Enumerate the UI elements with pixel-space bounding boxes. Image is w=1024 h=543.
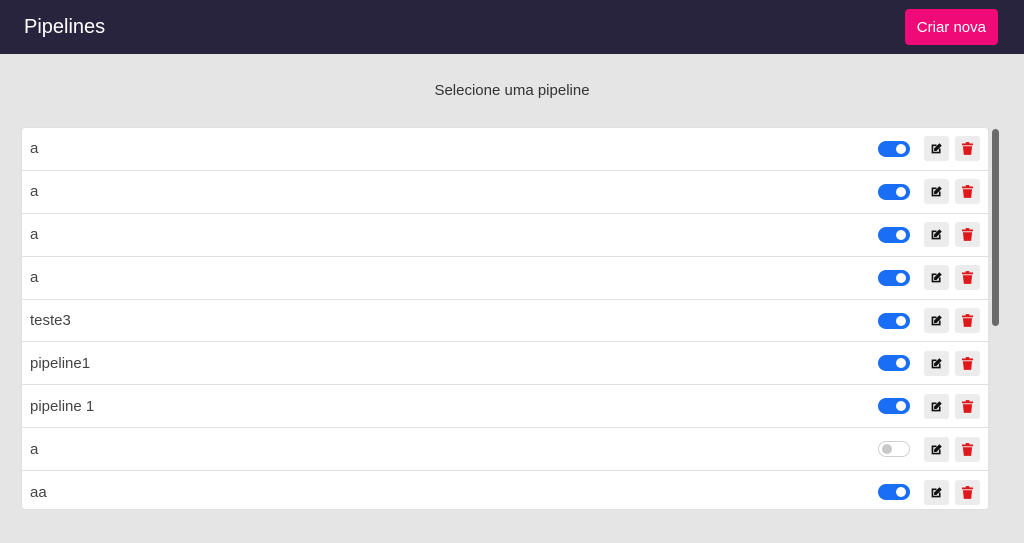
pipeline-name: teste3 xyxy=(30,312,71,329)
delete-button[interactable] xyxy=(955,265,980,291)
toggle-knob xyxy=(896,229,906,240)
row-actions xyxy=(878,265,980,291)
pipeline-row[interactable]: a xyxy=(22,428,988,472)
delete-button[interactable] xyxy=(955,350,980,376)
top-bar: Pipelines Criar nova xyxy=(0,0,1024,54)
trash-icon xyxy=(962,356,973,370)
pipeline-name: a xyxy=(30,226,39,244)
edit-button[interactable] xyxy=(924,265,949,291)
trash-icon xyxy=(962,399,973,413)
row-actions xyxy=(878,350,980,376)
delete-button[interactable] xyxy=(955,308,980,333)
active-toggle[interactable] xyxy=(878,355,910,372)
scrollbar-thumb[interactable] xyxy=(992,129,999,326)
delete-button[interactable] xyxy=(955,179,980,205)
edit-button[interactable] xyxy=(924,350,949,376)
delete-button[interactable] xyxy=(955,222,980,248)
edit-button[interactable] xyxy=(924,479,949,505)
active-toggle[interactable] xyxy=(878,398,910,415)
trash-icon xyxy=(962,314,973,327)
toggle-knob xyxy=(896,358,906,369)
scrollbar[interactable] xyxy=(992,127,1000,510)
toggle-knob xyxy=(896,143,906,154)
delete-button[interactable] xyxy=(955,479,980,505)
toggle-knob xyxy=(896,487,906,498)
row-actions xyxy=(878,436,980,462)
pipeline-name: a xyxy=(30,140,39,158)
create-new-button[interactable]: Criar nova xyxy=(904,9,998,45)
delete-button[interactable] xyxy=(955,393,980,419)
pipeline-row[interactable]: pipeline1 xyxy=(22,342,988,386)
pipeline-row[interactable]: a xyxy=(22,257,988,300)
active-toggle[interactable] xyxy=(878,312,910,329)
pipeline-list: a a a a teste3 pipeline1 pipeline 1 a aa xyxy=(21,127,989,510)
toggle-knob xyxy=(882,444,892,455)
edit-button[interactable] xyxy=(924,308,949,333)
pipeline-name: pipeline1 xyxy=(30,354,91,372)
pipeline-name: pipeline 1 xyxy=(30,397,95,415)
pipeline-row[interactable]: a xyxy=(22,214,988,257)
edit-icon xyxy=(930,357,943,370)
toggle-knob xyxy=(896,272,906,283)
active-toggle[interactable] xyxy=(878,226,910,243)
trash-icon xyxy=(962,142,973,156)
row-actions xyxy=(878,308,980,333)
edit-button[interactable] xyxy=(924,393,949,419)
pipeline-name: aa xyxy=(30,483,47,501)
pipeline-row[interactable]: pipeline 1 xyxy=(22,385,988,429)
edit-icon xyxy=(930,486,943,499)
delete-button[interactable] xyxy=(955,136,980,162)
active-toggle[interactable] xyxy=(878,484,910,501)
toggle-knob xyxy=(896,401,906,412)
row-actions xyxy=(878,393,980,419)
delete-button[interactable] xyxy=(955,436,980,462)
active-toggle[interactable] xyxy=(878,441,910,458)
pipeline-name: a xyxy=(30,440,39,458)
pipeline-row[interactable]: a xyxy=(22,171,988,214)
active-toggle[interactable] xyxy=(878,269,910,286)
edit-button[interactable] xyxy=(924,179,949,205)
active-toggle[interactable] xyxy=(878,140,910,157)
trash-icon xyxy=(962,442,973,456)
toggle-knob xyxy=(896,186,906,197)
page-title: Pipelines xyxy=(24,15,106,38)
trash-icon xyxy=(962,485,973,499)
edit-icon xyxy=(930,142,943,155)
pipeline-row[interactable]: teste3 xyxy=(22,300,988,343)
edit-button[interactable] xyxy=(924,436,949,462)
active-toggle[interactable] xyxy=(878,183,910,200)
edit-icon xyxy=(930,443,943,456)
row-actions xyxy=(878,479,980,505)
row-actions xyxy=(878,179,980,205)
edit-icon xyxy=(930,271,943,284)
edit-icon xyxy=(930,314,943,327)
edit-icon xyxy=(930,400,943,413)
pipeline-row[interactable]: a xyxy=(22,128,988,171)
edit-icon xyxy=(930,185,943,198)
row-actions xyxy=(878,222,980,248)
trash-icon xyxy=(962,228,973,242)
trash-icon xyxy=(962,185,973,199)
edit-icon xyxy=(930,228,943,241)
pipeline-name: a xyxy=(30,269,39,287)
edit-button[interactable] xyxy=(924,222,949,248)
subtitle: Selecione uma pipeline xyxy=(434,82,590,99)
pipeline-name: a xyxy=(30,183,39,201)
edit-button[interactable] xyxy=(924,136,949,162)
toggle-knob xyxy=(896,315,906,326)
trash-icon xyxy=(962,271,973,285)
row-actions xyxy=(878,136,980,162)
pipeline-row[interactable]: aa xyxy=(22,471,988,509)
